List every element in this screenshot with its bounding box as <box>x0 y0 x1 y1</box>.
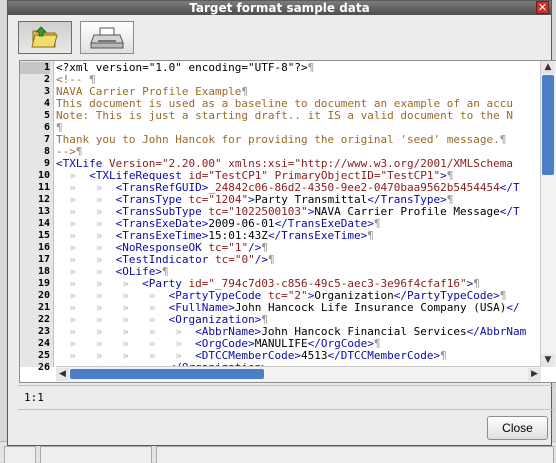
code-token: 4513 <box>301 349 328 362</box>
horizontal-scrollbar[interactable]: ◀ ▶ <box>56 366 541 382</box>
scroll-down-arrow-icon[interactable]: ▼ <box>541 354 555 367</box>
divider <box>18 409 554 410</box>
code-token: John Hancock Life Insurance Company (USA… <box>234 301 507 314</box>
code-token: tc= <box>214 253 235 266</box>
code-token: "0" <box>234 253 255 266</box>
vertical-scroll-thumb[interactable] <box>542 75 554 175</box>
line-number: 10 <box>37 170 50 181</box>
code-token: </AbbrNam <box>466 325 527 338</box>
line-number: 2 <box>43 74 50 85</box>
line-number: 25 <box>37 350 50 361</box>
background-tab <box>40 446 152 463</box>
line-number: 15 <box>37 230 50 241</box>
printer-icon <box>90 27 124 49</box>
line-number: 6 <box>43 122 50 133</box>
xml-editor[interactable]: 1 2 3 4 5 6 7 8 9 10 11 12 13 14 15 16 17 18 19 20 21 22 23 24 2… <box>19 60 556 383</box>
window-close-icon[interactable]: ✕ <box>536 1 549 14</box>
horizontal-scroll-thumb[interactable] <box>70 369 264 379</box>
line-number-gutter: 1 2 3 4 5 6 7 8 9 10 11 12 13 14 15 16 17 18 19 20 21 22 23 24 2… <box>20 61 54 373</box>
line-number: 17 <box>37 254 50 265</box>
code-token: Note: This is just a starting draft.. it… <box>56 109 513 122</box>
window-title: Target format sample data <box>189 1 370 15</box>
code-token: ¶ <box>307 61 315 74</box>
dialog-window: Target format sample data ✕ 1 2 3 4 5 6 7 8 9 10 1… <box>7 0 556 446</box>
line-number: 16 <box>37 242 50 253</box>
line-number: 13 <box>37 206 50 217</box>
line-number: 23 <box>37 326 50 337</box>
code-token: </T <box>499 205 520 218</box>
scroll-left-arrow-icon[interactable]: ◀ <box>56 368 69 381</box>
line-number: 8 <box>43 146 50 157</box>
line-number: 1 <box>20 62 50 74</box>
code-token: </ <box>506 301 520 314</box>
cursor-position-status: 1:1 <box>24 391 44 404</box>
code-token: ¶ <box>499 133 507 146</box>
line-number: 5 <box>43 110 50 121</box>
code-line: Thank you to John Hancok for providing t… <box>56 134 506 146</box>
line-number: 20 <box>37 290 50 301</box>
open-button[interactable] <box>18 21 72 54</box>
line-number: 21 <box>37 302 50 313</box>
line-number: 14 <box>37 218 50 229</box>
code-token: </T <box>499 181 520 194</box>
line-number: 19 <box>37 278 50 289</box>
code-token: ¶ <box>267 253 275 266</box>
code-token: Thank you to John Hancok for providing t… <box>56 133 500 146</box>
code-token: ¶ <box>367 229 374 242</box>
line-number: 22 <box>37 314 50 325</box>
background-tab <box>156 446 554 463</box>
divider <box>18 385 554 386</box>
line-number: 3 <box>43 86 50 97</box>
line-number: 26 <box>37 362 50 373</box>
scroll-up-arrow-icon[interactable]: ▲ <box>541 61 555 74</box>
code-area[interactable]: <?xml version="1.0" encoding="UTF-8"?>¶ <… <box>56 61 536 368</box>
code-token: </DTCCMemberCode> <box>327 349 441 362</box>
code-token: ¶ <box>373 217 381 230</box>
code-token: /> <box>254 253 268 266</box>
background-tab <box>4 446 36 463</box>
title-bar[interactable]: Target format sample data ✕ <box>8 1 551 15</box>
scroll-right-arrow-icon[interactable]: ▶ <box>528 368 541 381</box>
line-number: 9 <box>43 158 50 169</box>
code-token: ¶ <box>440 349 447 362</box>
line-number: 4 <box>43 98 50 109</box>
line-number: 24 <box>37 338 50 349</box>
line-number: 11 <box>37 182 50 193</box>
vertical-scrollbar[interactable]: ▲ ▼ <box>540 61 556 367</box>
line-number: 18 <box>37 266 50 277</box>
print-button[interactable] <box>80 21 134 54</box>
code-line: Note: This is just a starting draft.. it… <box>56 110 513 122</box>
line-number: 12 <box>37 194 50 205</box>
code-token: </TransExeTime> <box>267 229 368 242</box>
line-number: 7 <box>43 134 50 145</box>
close-button[interactable]: Close <box>487 416 548 440</box>
open-folder-icon <box>31 26 58 48</box>
